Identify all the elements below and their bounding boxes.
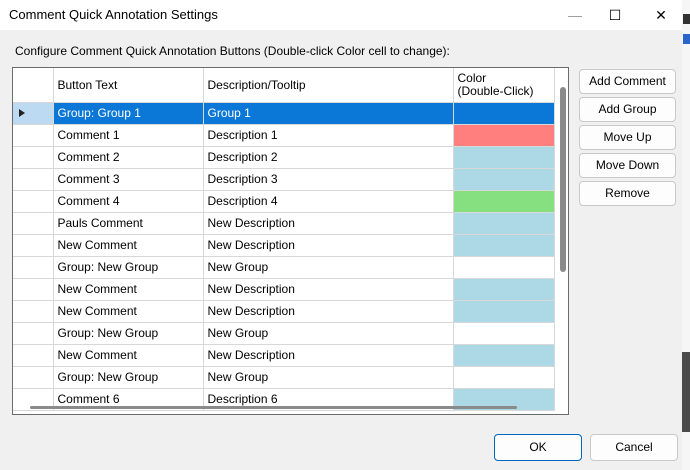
window-title: Comment Quick Annotation Settings — [9, 7, 218, 22]
description-cell[interactable]: Description 4 — [203, 190, 454, 213]
horizontal-scrollbar[interactable] — [30, 406, 517, 409]
grid-table: Button Text Description/Tooltip Color (D… — [13, 68, 555, 411]
row-header[interactable] — [13, 146, 54, 169]
table-row[interactable]: Comment 1 Description 1 — [13, 124, 555, 147]
description-cell[interactable]: Description 3 — [203, 168, 454, 191]
button-text-cell[interactable]: Comment 2 — [53, 146, 204, 169]
row-header[interactable] — [13, 344, 54, 367]
row-header[interactable] — [13, 278, 54, 301]
table-row[interactable]: New Comment New Description — [13, 300, 555, 323]
row-header[interactable] — [13, 234, 54, 257]
title-bar: Comment Quick Annotation Settings — ☐ ✕ — [0, 0, 690, 30]
button-text-cell[interactable]: New Comment — [53, 234, 204, 257]
table-row[interactable]: Comment 3 Description 3 — [13, 168, 555, 191]
remove-button[interactable]: Remove — [579, 181, 676, 206]
column-header-label: Color — [457, 70, 487, 85]
table-row[interactable]: New Comment New Description — [13, 278, 555, 301]
color-cell[interactable] — [453, 278, 555, 301]
row-header-corner[interactable] — [13, 68, 54, 103]
description-cell[interactable]: Description 1 — [203, 124, 454, 147]
color-cell[interactable] — [453, 124, 555, 147]
row-header[interactable] — [13, 322, 54, 345]
background-fragment — [682, 352, 690, 432]
column-header-sublabel: (Double-Click) — [457, 83, 534, 98]
color-cell[interactable] — [453, 366, 555, 389]
background-fragment — [683, 14, 690, 24]
add-comment-button[interactable]: Add Comment — [579, 69, 676, 94]
description-cell[interactable]: New Group — [203, 366, 454, 389]
table-row[interactable]: Group: New Group New Group — [13, 322, 555, 345]
column-header-label: Description/Tooltip — [207, 77, 306, 92]
button-text-cell[interactable]: Group: Group 1 — [53, 102, 204, 125]
color-cell[interactable] — [453, 322, 555, 345]
close-button[interactable]: ✕ — [638, 0, 684, 30]
instruction-label: Configure Comment Quick Annotation Butto… — [15, 44, 450, 58]
column-header-description[interactable]: Description/Tooltip — [203, 68, 454, 103]
color-cell[interactable] — [453, 234, 555, 257]
button-text-cell[interactable]: Group: New Group — [53, 322, 204, 345]
column-header-color[interactable]: Color (Double-Click) — [453, 68, 555, 103]
description-cell[interactable]: New Description — [203, 234, 454, 257]
button-text-cell[interactable]: New Comment — [53, 344, 204, 367]
color-cell[interactable] — [453, 256, 555, 279]
description-cell[interactable]: New Description — [203, 300, 454, 323]
table-row[interactable]: Group: New Group New Group — [13, 366, 555, 389]
button-text-cell[interactable]: Group: New Group — [53, 256, 204, 279]
row-header[interactable] — [13, 212, 54, 235]
color-cell[interactable] — [453, 190, 555, 213]
description-cell[interactable]: New Group — [203, 322, 454, 345]
color-cell[interactable] — [453, 300, 555, 323]
current-row-arrow-icon — [19, 109, 25, 117]
row-header[interactable] — [13, 168, 54, 191]
row-header[interactable] — [13, 190, 54, 213]
row-header[interactable] — [13, 300, 54, 323]
button-text-cell[interactable]: Pauls Comment — [53, 212, 204, 235]
description-cell[interactable]: New Description — [203, 344, 454, 367]
color-cell[interactable] — [453, 146, 555, 169]
row-header[interactable] — [13, 124, 54, 147]
table-row[interactable]: New Comment New Description — [13, 234, 555, 257]
button-text-cell[interactable]: Group: New Group — [53, 366, 204, 389]
table-row[interactable]: Pauls Comment New Description — [13, 212, 555, 235]
column-header-label: Button Text — [57, 77, 118, 92]
background-window-edge — [682, 0, 690, 470]
description-cell[interactable]: New Description — [203, 278, 454, 301]
cancel-button[interactable]: Cancel — [590, 434, 678, 461]
description-cell[interactable]: Description 2 — [203, 146, 454, 169]
table-row[interactable]: Comment 4 Description 4 — [13, 190, 555, 213]
button-text-cell[interactable]: Comment 1 — [53, 124, 204, 147]
vertical-scrollbar[interactable] — [560, 87, 566, 272]
move-down-button[interactable]: Move Down — [579, 153, 676, 178]
background-fragment — [683, 34, 690, 44]
row-header[interactable] — [13, 366, 54, 389]
maximize-button[interactable]: ☐ — [592, 0, 638, 30]
color-cell[interactable] — [453, 168, 555, 191]
column-header-button-text[interactable]: Button Text — [53, 68, 204, 103]
table-row[interactable]: Group: New Group New Group — [13, 256, 555, 279]
row-header[interactable] — [13, 102, 54, 125]
ok-button[interactable]: OK — [494, 434, 582, 461]
annotation-grid[interactable]: Button Text Description/Tooltip Color (D… — [12, 67, 569, 415]
description-cell[interactable]: New Group — [203, 256, 454, 279]
button-text-cell[interactable]: New Comment — [53, 300, 204, 323]
button-text-cell[interactable]: Comment 4 — [53, 190, 204, 213]
color-cell[interactable] — [453, 102, 555, 125]
table-row[interactable]: Group: Group 1 Group 1 — [13, 102, 555, 125]
row-header[interactable] — [13, 256, 54, 279]
button-text-cell[interactable]: Comment 3 — [53, 168, 204, 191]
description-cell[interactable]: New Description — [203, 212, 454, 235]
button-text-cell[interactable]: New Comment — [53, 278, 204, 301]
color-cell[interactable] — [453, 212, 555, 235]
table-row[interactable]: New Comment New Description — [13, 344, 555, 367]
move-up-button[interactable]: Move Up — [579, 125, 676, 150]
grid-header-row: Button Text Description/Tooltip Color (D… — [13, 68, 555, 103]
add-group-button[interactable]: Add Group — [579, 97, 676, 122]
table-row[interactable]: Comment 2 Description 2 — [13, 146, 555, 169]
description-cell[interactable]: Group 1 — [203, 102, 454, 125]
color-cell[interactable] — [453, 344, 555, 367]
